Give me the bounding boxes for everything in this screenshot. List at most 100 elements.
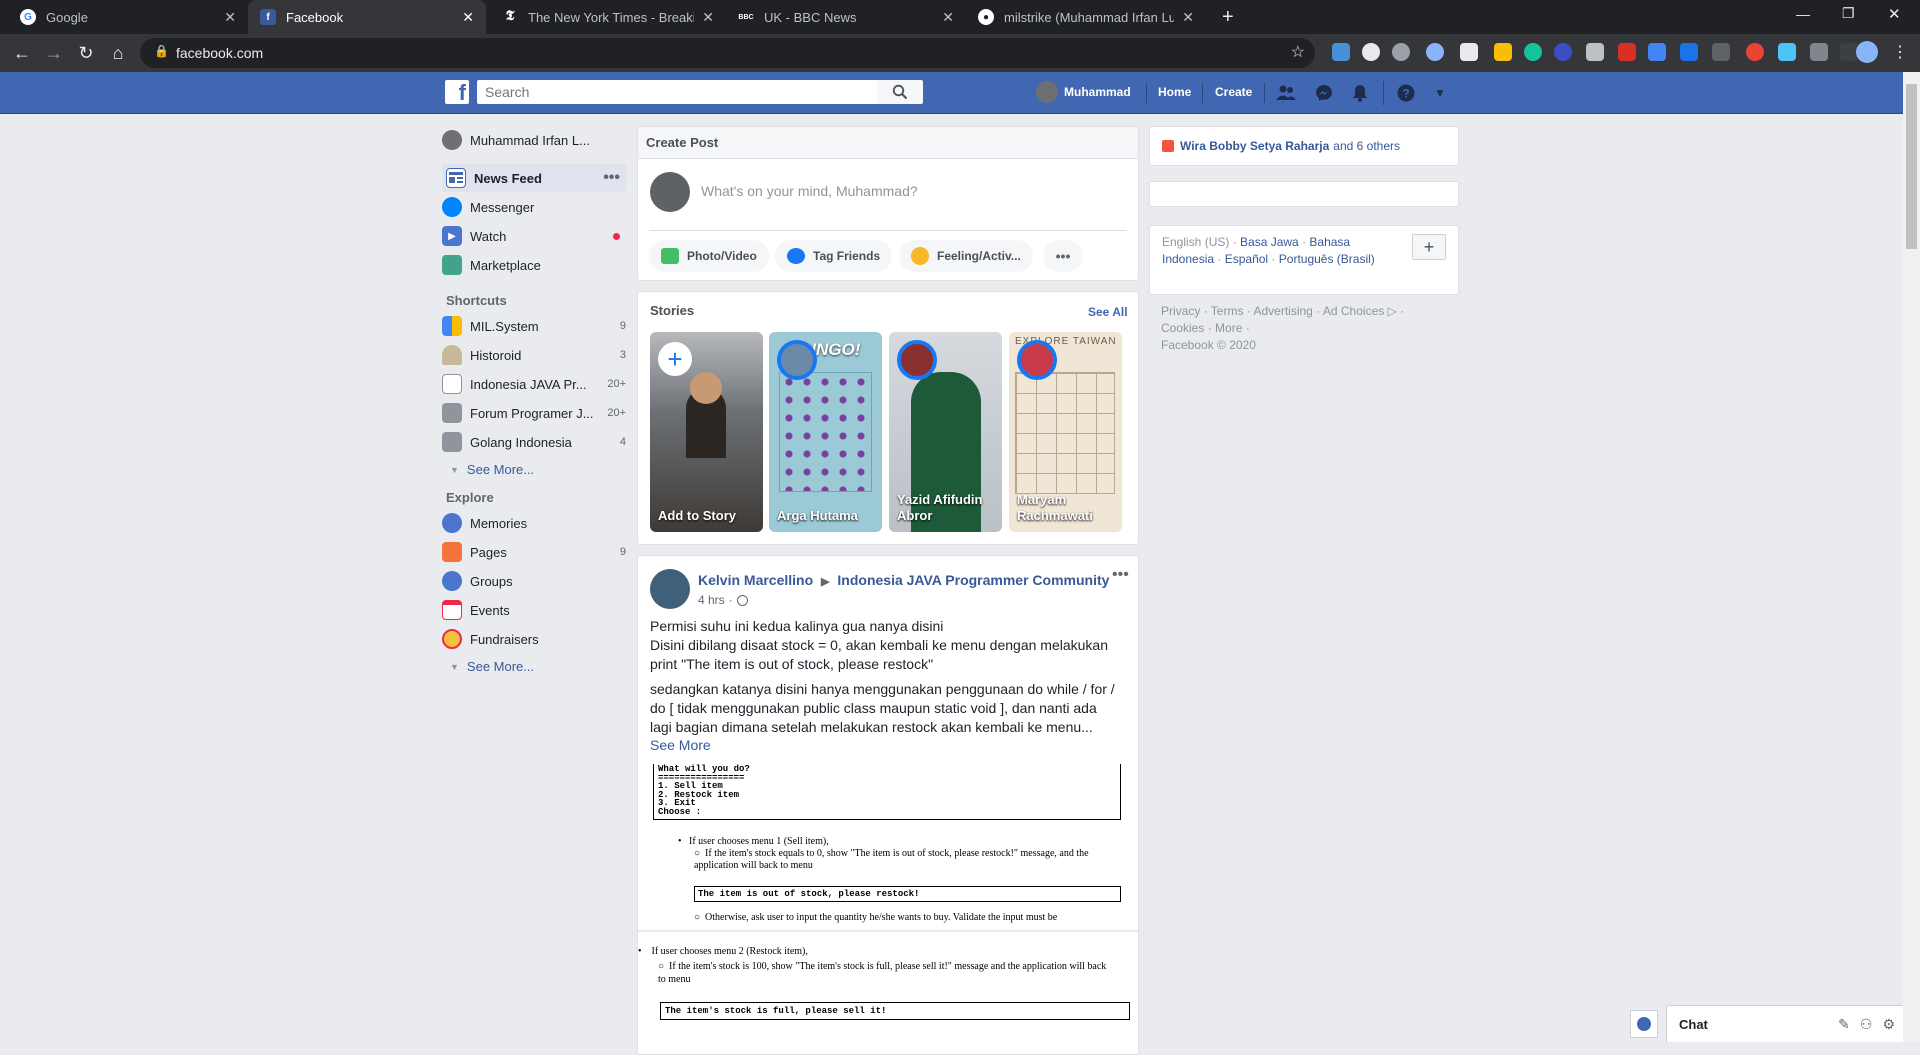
post-options-button[interactable]: ••• [1112,566,1129,584]
sidebar-item-mil-system[interactable]: MIL.System 9 [442,312,626,340]
post-image[interactable]: What will you do? ================ 1. Se… [638,764,1138,930]
footer-link[interactable]: More [1215,321,1242,335]
close-icon[interactable]: ✕ [702,9,714,26]
profile-link[interactable]: Muhammad [1064,85,1131,99]
close-icon[interactable]: ✕ [942,9,954,26]
forward-button[interactable]: → [40,39,68,67]
extension-icon[interactable] [1554,43,1572,61]
create-link[interactable]: Create [1215,85,1252,99]
sidebar-item-messenger[interactable]: Messenger [442,193,626,221]
story-yazid-afifudin-abror[interactable]: Yazid Afifudin Abror [889,332,1002,532]
sidebar-profile[interactable]: Muhammad Irfan L... [442,126,626,154]
scrollbar-thumb[interactable] [1906,84,1917,249]
search-button[interactable] [877,80,923,104]
close-icon[interactable]: ✕ [462,9,474,26]
extension-icon[interactable] [1778,43,1796,61]
story-arga-hutama[interactable]: BINGO! Arga Hutama [769,332,882,532]
sidebar-item-fundraisers[interactable]: Fundraisers [442,625,626,653]
footer-link[interactable]: Terms [1211,304,1244,318]
close-window-button[interactable]: ✕ [1888,5,1901,23]
extension-icon[interactable] [1746,43,1764,61]
maximize-button[interactable]: ❐ [1842,5,1855,22]
home-icon[interactable]: ⌂ [104,39,132,67]
post-group-link[interactable]: Indonesia JAVA Programmer Community [837,572,1109,588]
sidebar-item-indonesia-java[interactable]: Indonesia JAVA Pr... 20+ [442,370,626,398]
add-story-plus-icon[interactable]: + [658,342,692,376]
footer-link[interactable]: Privacy [1161,304,1200,318]
language-link[interactable]: Español [1225,252,1268,266]
help-icon[interactable]: ? [1396,83,1416,103]
sidebar-item-golang-indonesia[interactable]: Golang Indonesia 4 [442,428,626,456]
bookmark-star-icon[interactable]: ☆ [1291,42,1305,62]
post-author-link[interactable]: Kelvin Marcellino [698,572,813,588]
see-more-explore-link[interactable]: ▼ See More... [446,659,534,674]
tab-github[interactable]: ● milstrike (Muhammad Irfan Luthf ✕ [966,0,1206,34]
extension-icon[interactable] [1392,43,1410,61]
extension-icon[interactable] [1426,43,1444,61]
sidebar-item-watch[interactable]: ▶ Watch [442,222,626,250]
language-link[interactable]: Basa Jawa [1240,235,1299,249]
extension-icon[interactable] [1810,43,1828,61]
settings-gear-icon[interactable]: ⚙ [1882,1016,1895,1033]
messenger-icon[interactable] [1314,83,1334,103]
home-link[interactable]: Home [1158,85,1191,99]
post-image[interactable]: • If user chooses menu 2 (Restock item),… [638,932,1138,1042]
tab-nytimes[interactable]: 𝕿 The New York Times - Breaking N ✕ [490,0,726,34]
sidebar-item-forum-programer[interactable]: Forum Programer J... 20+ [442,399,626,427]
chat-bar[interactable]: Chat ✎ ⚇ ⚙ [1666,1005,1906,1042]
feeling-activity-button[interactable]: Feeling/Activ... [899,240,1033,272]
sidebar-item-historoid[interactable]: Historoid 3 [442,341,626,369]
facebook-logo[interactable]: f [445,80,469,104]
address-bar[interactable]: 🔒 facebook.com ☆ [140,38,1315,68]
search-input[interactable] [477,80,877,104]
extension-icon[interactable] [1648,43,1666,61]
profile-avatar[interactable] [1856,41,1878,63]
story-maryam-rachmawati[interactable]: EXPLORE TAIWAN Maryam Rachmawati [1009,332,1122,532]
extension-icon[interactable] [1332,43,1350,61]
birthday-name-link[interactable]: Wira Bobby Setya Raharja [1180,139,1329,153]
avatar[interactable] [650,172,690,212]
language-link[interactable]: Português (Brasil) [1279,252,1375,266]
extension-icon[interactable] [1586,43,1604,61]
minimize-button[interactable]: — [1796,6,1810,22]
back-button[interactable]: ← [8,39,36,67]
sidebar-item-news-feed[interactable]: News Feed ••• [442,164,626,192]
story-add[interactable]: + Add to Story [650,332,763,532]
add-language-button[interactable]: + [1412,234,1446,260]
tab-google[interactable]: G Google ✕ [8,0,248,34]
post-timestamp[interactable]: 4 hrs [698,593,725,607]
avatar[interactable] [650,569,690,609]
sidebar-item-marketplace[interactable]: Marketplace [442,251,626,279]
tab-bbc[interactable]: BBC UK - BBC News ✕ [726,0,966,34]
photo-video-button[interactable]: Photo/Video [649,240,769,272]
birthday-others-link[interactable]: and 6 others [1333,139,1400,153]
post-composer-input[interactable]: What's on your mind, Muhammad? [701,183,918,199]
footer-link[interactable]: Advertising [1253,304,1312,318]
download-icon[interactable] [1680,43,1698,61]
avatar[interactable] [1036,81,1058,103]
close-icon[interactable]: ✕ [224,9,236,26]
tag-friends-button[interactable]: Tag Friends [775,240,893,272]
sidebar-item-events[interactable]: Events [442,596,626,624]
page-scrollbar[interactable] [1903,72,1920,1042]
adblock-icon[interactable] [1618,43,1636,61]
sidebar-item-pages[interactable]: Pages 9 [442,538,626,566]
footer-link[interactable]: Cookies [1161,321,1204,335]
extension-icon[interactable] [1460,43,1478,61]
footer-link[interactable]: Ad Choices [1323,304,1384,318]
grammarly-icon[interactable] [1524,43,1542,61]
see-more-link[interactable]: See More [650,737,711,753]
new-message-icon[interactable]: ✎ [1838,1016,1850,1033]
more-options-icon[interactable]: ••• [603,169,620,187]
tab-facebook[interactable]: f Facebook ✕ [248,0,486,34]
sidebar-item-groups[interactable]: Groups [442,567,626,595]
see-more-shortcuts-link[interactable]: ▼ See More... [446,462,534,477]
friend-requests-icon[interactable] [1276,83,1296,103]
chat-globe-button[interactable] [1630,1010,1658,1038]
extension-icon[interactable] [1712,43,1730,61]
more-options-button[interactable]: ••• [1043,240,1083,272]
notifications-bell-icon[interactable] [1350,83,1370,103]
extension-icon[interactable] [1362,43,1380,61]
menu-icon[interactable]: ⋮ [1892,42,1908,62]
extension-icon[interactable] [1494,43,1512,61]
